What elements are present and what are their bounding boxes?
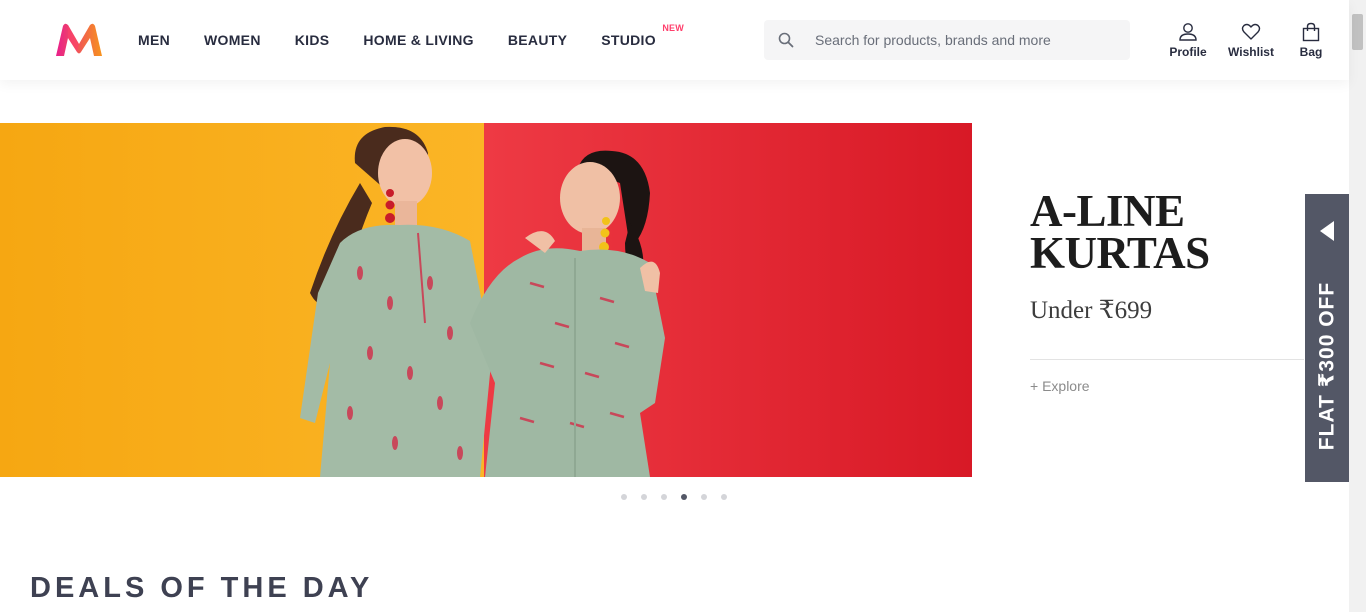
site-header: MEN WOMEN KIDS HOME & LIVING BEAUTY STUD… <box>0 0 1349 80</box>
carousel-dot-6[interactable] <box>721 494 727 500</box>
header-actions: Profile Wishlist Bag <box>1160 22 1331 59</box>
search-icon[interactable] <box>764 20 808 60</box>
banner-divider <box>1030 359 1304 360</box>
profile-button[interactable]: Profile <box>1160 22 1216 59</box>
carousel-dots <box>621 494 741 500</box>
scrollbar-thumb[interactable] <box>1352 14 1363 50</box>
nav-beauty[interactable]: BEAUTY <box>508 32 567 48</box>
deals-section-title: DEALS OF THE DAY <box>30 572 374 604</box>
page-scrollbar[interactable] <box>1349 0 1366 612</box>
wishlist-label: Wishlist <box>1228 45 1274 59</box>
hero-banner-text: A-LINE KURTAS Under ₹699 + Explore <box>1030 186 1320 394</box>
search-bar <box>764 20 1130 60</box>
search-input[interactable] <box>808 31 1117 49</box>
carousel-dot-5[interactable] <box>701 494 707 500</box>
nav-kids[interactable]: KIDS <box>295 32 330 48</box>
nav-men[interactable]: MEN <box>138 32 170 48</box>
offer-text: FLAT ₹300 OFF <box>1315 281 1339 451</box>
banner-title: A-LINE KURTAS <box>1030 186 1210 278</box>
nav-studio[interactable]: STUDIO NEW <box>601 23 684 48</box>
wishlist-button[interactable]: Wishlist <box>1223 22 1279 59</box>
bag-label: Bag <box>1299 45 1323 59</box>
carousel-dot-4[interactable] <box>681 494 687 500</box>
explore-link[interactable]: + Explore <box>1030 378 1320 394</box>
carousel-dot-2[interactable] <box>641 494 647 500</box>
nav-women[interactable]: WOMEN <box>204 32 261 48</box>
nav-home-living[interactable]: HOME & LIVING <box>363 32 473 48</box>
profile-icon <box>1179 23 1197 41</box>
flat-offer-tab[interactable]: FLAT ₹300 OFF <box>1305 194 1349 482</box>
hero-banner-image[interactable] <box>0 123 972 477</box>
new-badge: NEW <box>662 23 684 33</box>
arrow-left-icon <box>1320 221 1334 241</box>
main-nav: MEN WOMEN KIDS HOME & LIVING BEAUTY STUD… <box>138 0 690 80</box>
carousel-dot-1[interactable] <box>621 494 627 500</box>
banner-price: Under ₹699 <box>1030 297 1153 324</box>
bag-icon <box>1302 22 1320 42</box>
heart-icon <box>1241 23 1261 40</box>
bag-button[interactable]: Bag <box>1291 22 1331 59</box>
myntra-logo[interactable] <box>53 22 105 58</box>
carousel-dot-3[interactable] <box>661 494 667 500</box>
profile-label: Profile <box>1169 45 1207 59</box>
